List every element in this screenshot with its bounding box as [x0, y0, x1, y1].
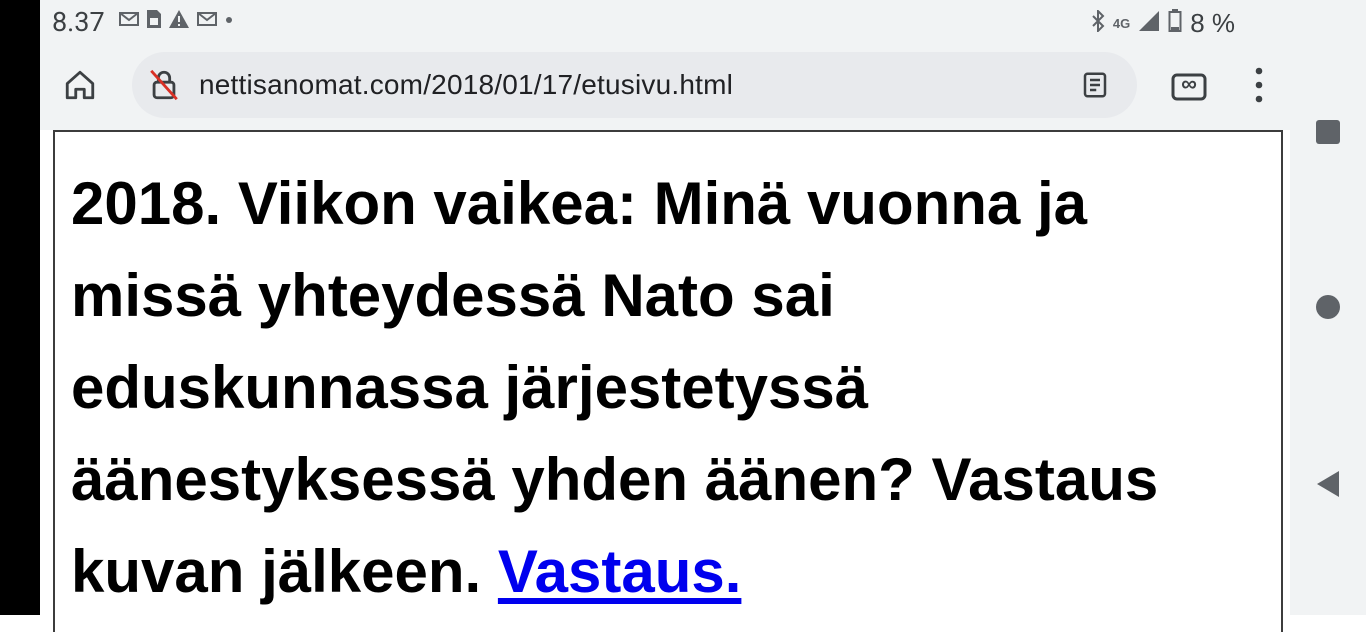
back-icon[interactable] — [1310, 466, 1346, 502]
url-text[interactable]: nettisanomat.com/2018/01/17/etusivu.html — [199, 69, 733, 101]
left-black-edge — [0, 0, 40, 615]
reader-mode-icon[interactable] — [1077, 67, 1113, 103]
status-bar: 8.37 4G 8 % — [40, 0, 1290, 44]
notification-icons — [118, 9, 234, 34]
bluetooth-icon — [1091, 8, 1105, 37]
4g-icon: 4G — [1112, 16, 1131, 31]
web-content: 2018. Viikon vaikea: Minä vuonna ja miss… — [53, 130, 1283, 632]
sim-card-icon — [146, 9, 162, 34]
address-bar[interactable]: nettisanomat.com/2018/01/17/etusivu.html — [132, 52, 1137, 118]
insecure-lock-icon[interactable] — [146, 67, 182, 103]
answer-link[interactable]: Vastaus. — [498, 538, 742, 605]
warning-icon — [168, 9, 190, 34]
dot-icon — [224, 9, 234, 34]
home-icon[interactable] — [60, 65, 100, 105]
navigation-bar — [1290, 0, 1366, 615]
recents-icon[interactable] — [1310, 114, 1346, 150]
battery-icon — [1168, 9, 1182, 38]
gmail-icon — [196, 10, 218, 33]
browser-toolbar: nettisanomat.com/2018/01/17/etusivu.html… — [40, 44, 1290, 130]
more-vert-icon[interactable] — [1244, 65, 1274, 105]
tab-switcher-icon[interactable]: ∞ — [1170, 68, 1208, 106]
system-icons: 4G 8 % — [1091, 8, 1235, 39]
home-circle-icon[interactable] — [1310, 289, 1346, 325]
status-time: 8.37 — [52, 6, 105, 38]
tab-count: ∞ — [1181, 71, 1197, 96]
article-headline: 2018. Viikon vaikea: Minä vuonna ja miss… — [71, 158, 1261, 618]
battery-percent: 8 % — [1190, 8, 1235, 38]
signal-icon — [1138, 10, 1160, 37]
gmail-icon — [118, 10, 140, 33]
